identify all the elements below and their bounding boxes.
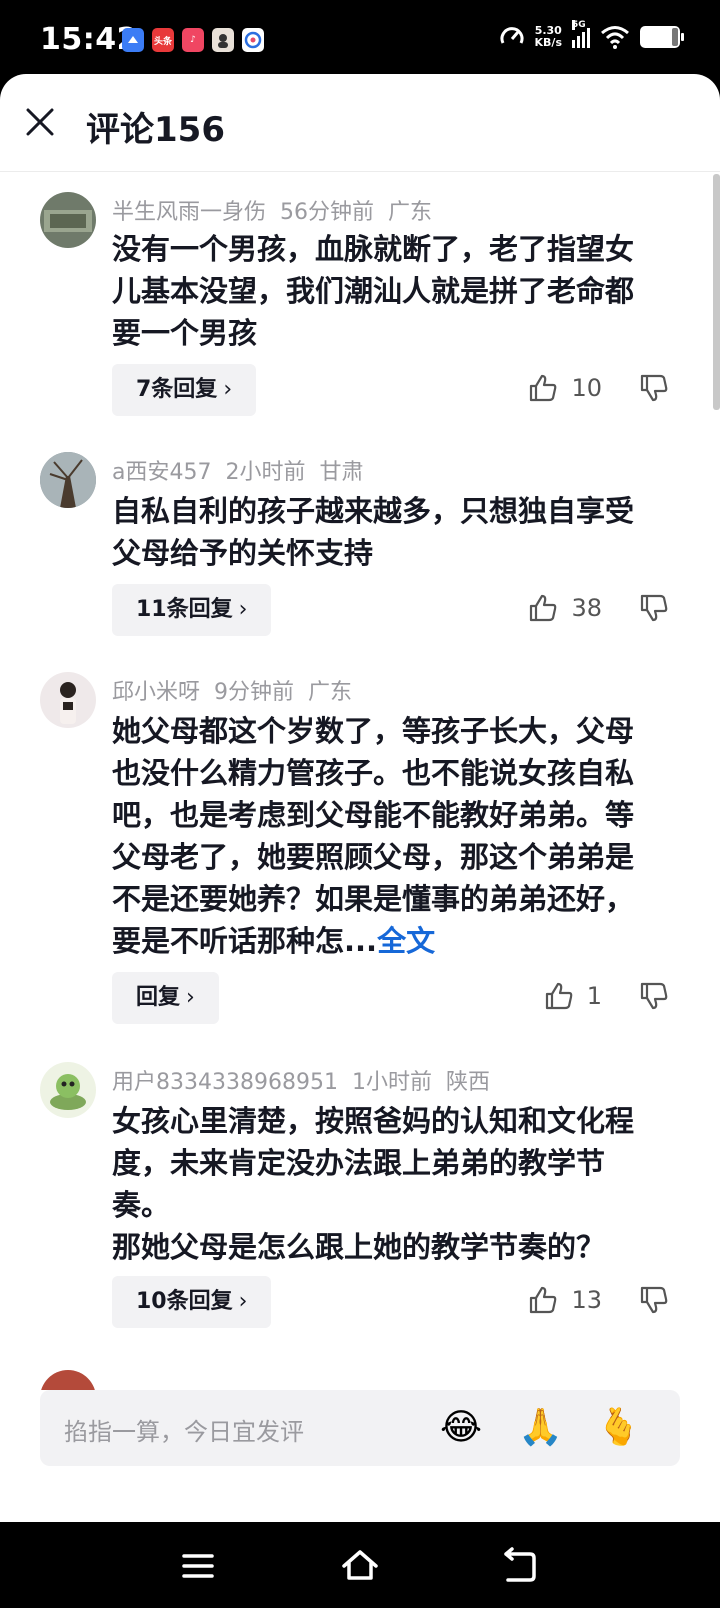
chevron-right-icon: › [238, 1289, 248, 1314]
reply-label: 11条回复 [136, 597, 233, 622]
comment-text-body: 她父母都这个岁数了，等孩子长大，父母也没什么精力管孩子。也不能说女孩自私吧，也是… [112, 714, 635, 958]
view-replies-button[interactable]: 10条回复 › [112, 1276, 272, 1328]
laughing-emoji-button[interactable]: 😂 [440, 1406, 482, 1450]
app-icon-avatar [212, 28, 234, 52]
thumbs-up-icon [545, 982, 573, 1010]
close-icon[interactable] [22, 104, 58, 140]
expand-full-text-link[interactable]: 全文 [377, 924, 435, 958]
comment-meta: 半生风雨一身伤 56分钟前 广东 [112, 194, 446, 226]
thumbs-down-icon[interactable] [638, 1284, 670, 1316]
scrollbar[interactable] [713, 174, 720, 410]
reply-button[interactable]: 回复 › [112, 972, 219, 1024]
signal-icon: 5G [572, 20, 590, 48]
comment-meta: 邱小米呀 9分钟前 广东 [112, 674, 366, 706]
page-title: 评论156 [86, 110, 225, 150]
app-icon-blue [122, 28, 144, 52]
comment-text-body: 没有一个男孩，血脉就断了，老了指望女儿基本没望，我们潮汕人就是拼了老命都要一个男… [112, 232, 635, 350]
like-count: 38 [571, 594, 602, 622]
notification-icons: 头条 ♪ [122, 28, 264, 52]
comment-meta: a西安457 2小时前 甘肃 [112, 454, 378, 486]
chevron-right-icon: › [223, 377, 233, 402]
comment-time: 9分钟前 [214, 680, 295, 705]
avatar[interactable] [40, 1062, 96, 1118]
comment-text[interactable]: 她父母都这个岁数了，等孩子长大，父母也没什么精力管孩子。也不能说女孩自私吧，也是… [112, 710, 662, 962]
comment-location: 广东 [388, 200, 433, 225]
thumbs-up-icon [530, 594, 557, 622]
like-count: 1 [586, 982, 602, 1010]
back-icon[interactable] [500, 1546, 540, 1586]
wifi-icon [601, 26, 629, 49]
speed-gauge-icon [500, 27, 523, 44]
comment-time: 56分钟前 [280, 200, 375, 225]
avatar[interactable] [40, 672, 96, 728]
net-speed-unit: KB/s [534, 36, 562, 49]
comment-sheet: 评论156 半生风雨一身伤 56分钟前 广东 没有一个男孩，血脉就断了，老了指望女儿… [0, 74, 720, 1522]
comment-meta: 用户8334338968951 1小时前 陕西 [112, 1064, 504, 1096]
comment-input[interactable]: 掐指一算，今日宜发评 😂 🙏 🫰 [40, 1390, 680, 1466]
reply-label: 回复 [136, 985, 181, 1010]
praying-hands-emoji-button[interactable]: 🙏 [518, 1406, 563, 1450]
app-icon-tiktok: ♪ [182, 28, 204, 52]
status-right: 5.30 KB/s 5G [499, 20, 684, 50]
like-count: 10 [571, 374, 602, 402]
like-button[interactable]: 1 [543, 980, 602, 1012]
view-replies-button[interactable]: 11条回复 › [112, 584, 272, 636]
like-button[interactable]: 10 [527, 372, 602, 404]
comment-text-body: 女孩心里清楚，按照爸妈的认知和文化程度，未来肯定没办法跟上弟弟的教学节奏。 那她… [112, 1104, 635, 1264]
view-replies-button[interactable]: 7条回复 › [112, 364, 257, 416]
comment-input-placeholder: 掐指一算，今日宜发评 [64, 1418, 304, 1446]
finger-heart-emoji-button[interactable]: 🫰 [596, 1406, 641, 1450]
comment-location: 广东 [308, 680, 353, 705]
like-button[interactable]: 38 [527, 592, 602, 624]
comment-text-body: 自私自利的孩子越来越多，只想独自享受父母给予的关怀支持 [112, 494, 635, 570]
username[interactable]: 邱小米呀 [112, 680, 200, 705]
app-icon-toutiao: 头条 [152, 28, 174, 52]
like-button[interactable]: 13 [527, 1284, 602, 1316]
like-count: 13 [571, 1286, 602, 1314]
thumbs-up-icon [530, 1286, 557, 1314]
chevron-right-icon: › [186, 985, 195, 1010]
status-bar: 15:42 头条 ♪ 5.30 KB/s 5G [0, 0, 720, 80]
comment-time: 1小时前 [351, 1070, 432, 1095]
reply-label: 10条回复 [136, 1289, 233, 1314]
home-icon[interactable] [340, 1546, 380, 1586]
network-label: 5G [572, 20, 586, 30]
comment-item-partial [40, 1370, 660, 1390]
username[interactable]: 半生风雨一身伤 [112, 200, 266, 225]
username[interactable]: 用户8334338968951 [112, 1070, 338, 1095]
reply-label: 7条回复 [136, 377, 218, 402]
comment-text[interactable]: 没有一个男孩，血脉就断了，老了指望女儿基本没望，我们潮汕人就是拼了老命都要一个男… [112, 228, 662, 354]
comment-time: 2小时前 [225, 460, 306, 485]
battery-icon [640, 26, 684, 48]
comment-location: 陕西 [445, 1070, 490, 1095]
thumbs-down-icon[interactable] [638, 372, 670, 404]
app-icon-map [242, 28, 264, 52]
avatar[interactable] [40, 192, 96, 248]
net-speed: 5.30 KB/s [535, 25, 562, 49]
username[interactable]: a西安457 [112, 460, 211, 485]
comment-location: 甘肃 [319, 460, 364, 485]
thumbs-down-icon[interactable] [638, 980, 670, 1012]
avatar[interactable] [40, 452, 96, 508]
thumbs-down-icon[interactable] [638, 592, 670, 624]
avatar[interactable] [40, 1370, 96, 1390]
sheet-header: 评论156 [0, 74, 720, 172]
comment-text[interactable]: 自私自利的孩子越来越多，只想独自享受父母给予的关怀支持 [112, 490, 662, 574]
menu-icon[interactable] [178, 1546, 218, 1586]
system-nav-bar [0, 1522, 720, 1608]
chevron-right-icon: › [238, 597, 248, 622]
comment-text[interactable]: 女孩心里清楚，按照爸妈的认知和文化程度，未来肯定没办法跟上弟弟的教学节奏。 那她… [112, 1100, 662, 1268]
thumbs-up-icon [530, 374, 557, 402]
